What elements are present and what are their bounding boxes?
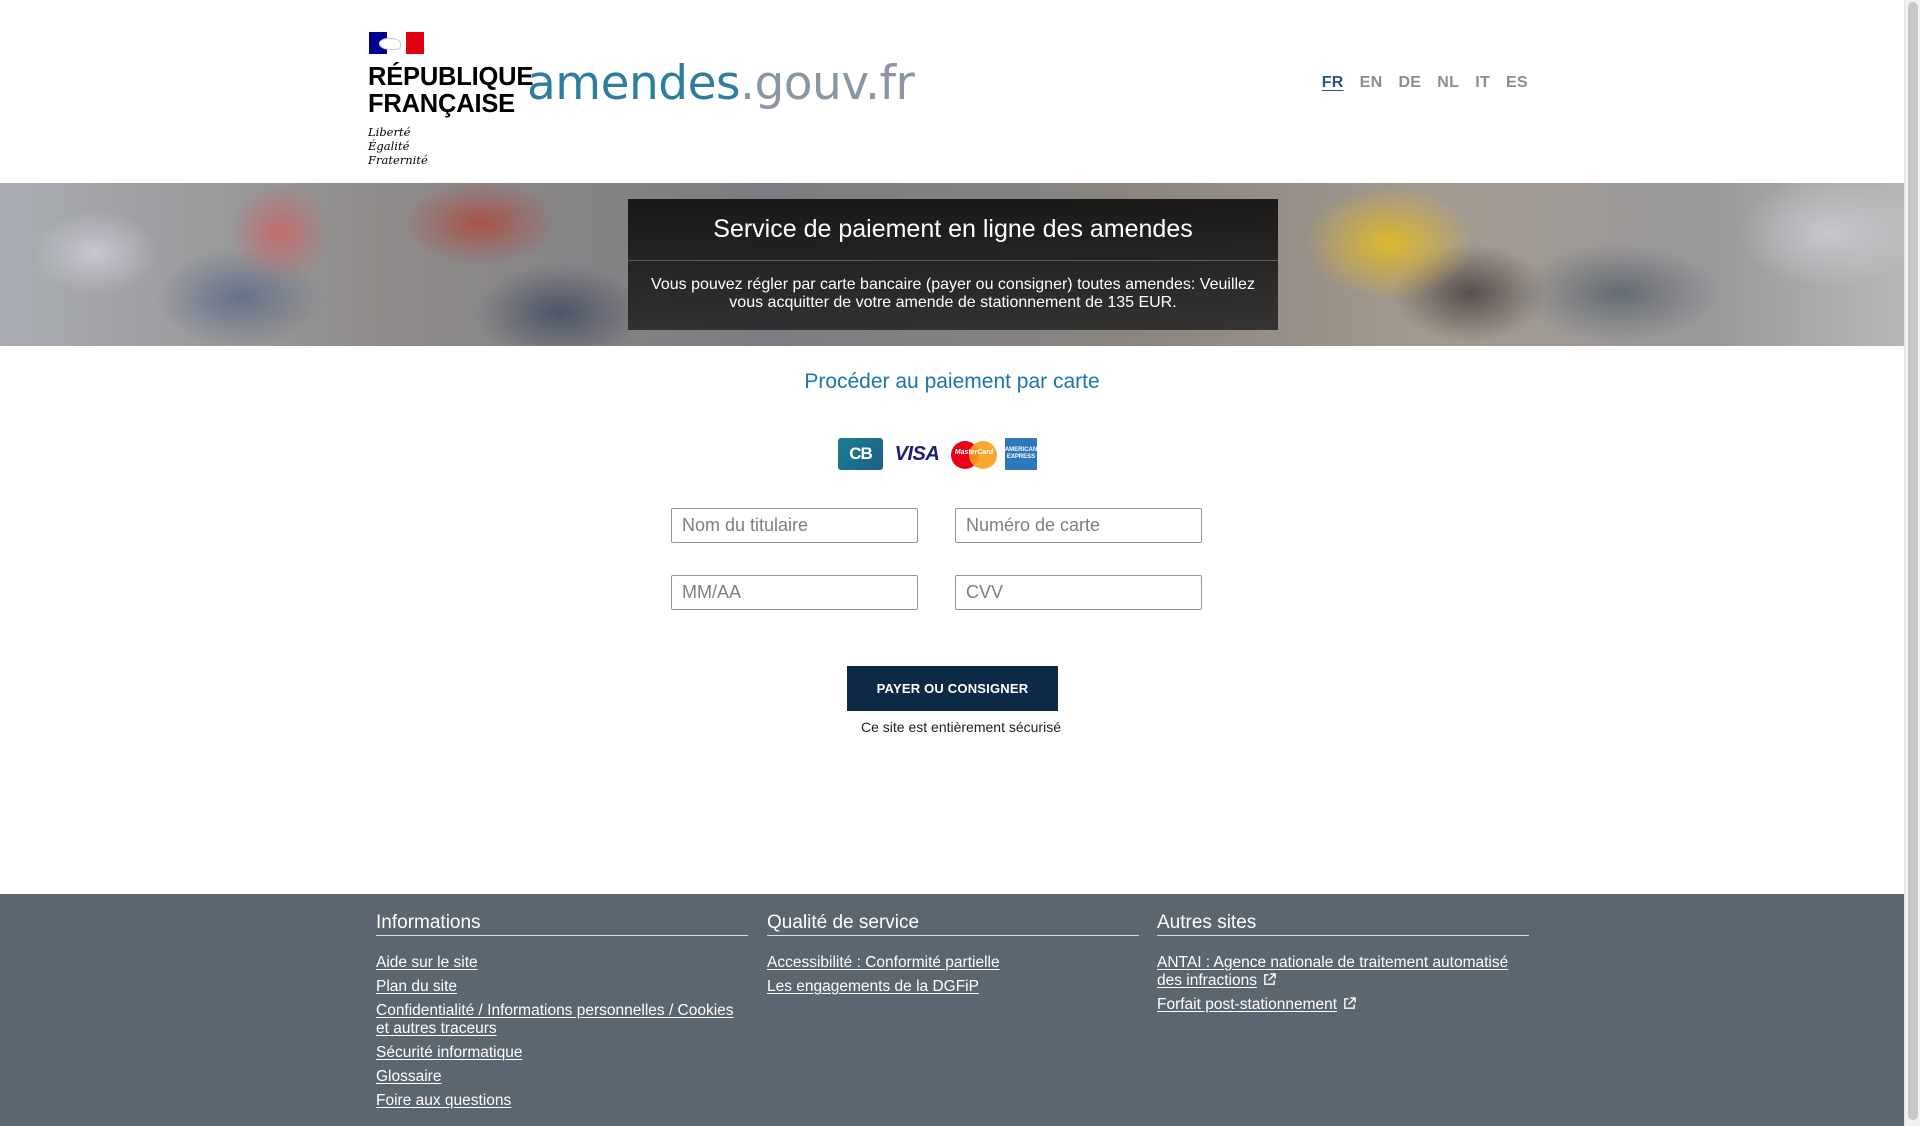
republique-francaise-logo[interactable]: RÉPUBLIQUE FRANÇAISE Liberté Égalité Fra…	[368, 32, 534, 167]
footer-qualite-title: Qualité de service	[767, 912, 1139, 936]
footer-link-engagements[interactable]: Les engagements de la DGFiP	[767, 978, 1139, 996]
lang-fr[interactable]: FR	[1322, 74, 1344, 92]
cardholder-name-input[interactable]	[671, 508, 918, 543]
footer-autres-title: Autres sites	[1157, 912, 1529, 936]
accepted-cards: CB VISA MasterCard AMERICAN EXPRESS	[838, 438, 1037, 470]
page-scrollbar[interactable]	[1904, 0, 1920, 1126]
site-name-logo[interactable]: amendes.gouv.fr	[527, 50, 915, 118]
external-link-icon	[1264, 973, 1276, 985]
site-footer: Informations Aide sur le site Plan du si…	[0, 894, 1904, 1126]
payment-title: Procéder au paiement par carte	[804, 370, 1100, 393]
banner-title: Service de paiement en ligne des amendes	[628, 199, 1278, 261]
banner-text: Vous pouvez régler par carte bancaire (p…	[651, 276, 1255, 311]
marianne-flag-icon	[369, 32, 424, 54]
footer-informations-title: Informations	[376, 912, 748, 936]
lang-it[interactable]: IT	[1475, 74, 1490, 92]
card-number-input[interactable]	[955, 508, 1202, 543]
footer-link-confidentialite[interactable]: Confidentialité / Informations personnel…	[376, 1002, 748, 1038]
cb-card-icon: CB	[838, 438, 883, 470]
cvv-input[interactable]	[955, 575, 1202, 610]
footer-link-faq[interactable]: Foire aux questions	[376, 1092, 748, 1110]
amex-card-icon: AMERICAN EXPRESS	[1005, 438, 1037, 470]
lang-de[interactable]: DE	[1398, 74, 1421, 92]
banner-box: Service de paiement en ligne des amendes…	[628, 199, 1278, 330]
lang-nl[interactable]: NL	[1437, 74, 1459, 92]
footer-link-glossaire[interactable]: Glossaire	[376, 1068, 748, 1086]
footer-autres-sites: Autres sites ANTAI : Agence nationale de…	[1157, 912, 1529, 1020]
footer-informations: Informations Aide sur le site Plan du si…	[376, 912, 748, 1116]
logo-name: RÉPUBLIQUE FRANÇAISE	[368, 63, 534, 118]
pay-button[interactable]: PAYER OU CONSIGNER	[847, 666, 1058, 711]
footer-qualite: Qualité de service Accessibilité : Confo…	[767, 912, 1139, 1002]
lang-es[interactable]: ES	[1506, 74, 1528, 92]
mastercard-icon: MasterCard	[951, 438, 997, 470]
site-name-part2: .gouv.fr	[740, 56, 915, 111]
site-name-part1: amendes	[527, 56, 741, 111]
logo-motto: Liberté Égalité Fraternité	[368, 125, 428, 167]
expiry-date-input[interactable]	[671, 575, 918, 610]
hero-banner: Service de paiement en ligne des amendes…	[0, 183, 1904, 346]
footer-link-securite[interactable]: Sécurité informatique	[376, 1044, 748, 1062]
language-selector: FR EN DE NL IT ES	[1322, 74, 1528, 92]
footer-link-aide[interactable]: Aide sur le site	[376, 954, 748, 972]
lang-en[interactable]: EN	[1360, 74, 1383, 92]
footer-link-fps[interactable]: Forfait post-stationnement	[1157, 996, 1529, 1014]
footer-link-accessibilite[interactable]: Accessibilité : Conformité partielle	[767, 954, 1139, 972]
external-link-icon	[1344, 997, 1356, 1009]
scrollbar-thumb[interactable]	[1908, 2, 1918, 1120]
site-header: RÉPUBLIQUE FRANÇAISE Liberté Égalité Fra…	[0, 0, 1904, 183]
visa-card-icon: VISA	[894, 442, 940, 465]
footer-link-antai[interactable]: ANTAI : Agence nationale de traitement a…	[1157, 954, 1529, 990]
footer-link-plan[interactable]: Plan du site	[376, 978, 748, 996]
secure-note: Ce site est entièrement sécurisé	[861, 719, 1061, 735]
